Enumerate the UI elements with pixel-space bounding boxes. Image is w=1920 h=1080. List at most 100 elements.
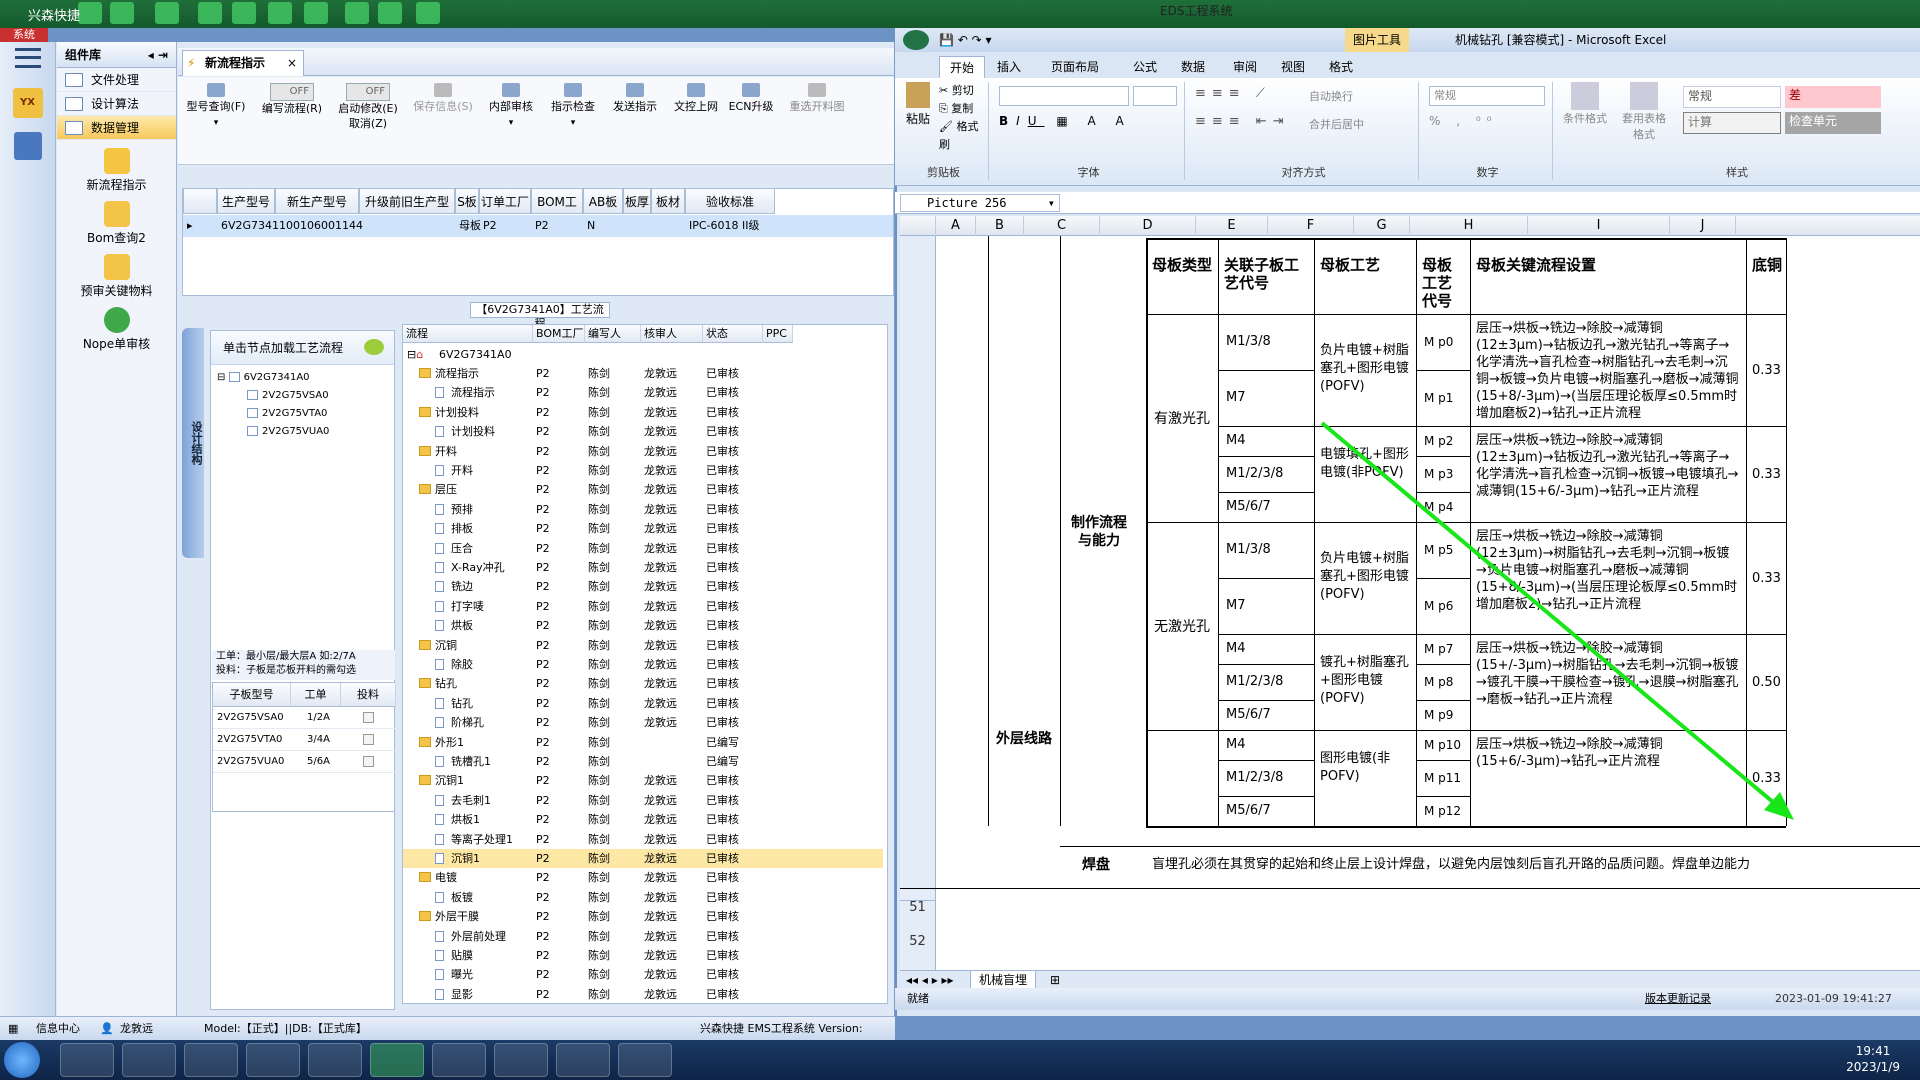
flow-row[interactable]: 烘板1 P2 陈剑 龙敦远 已审核: [403, 810, 883, 829]
flow-row[interactable]: 流程指示 P2 陈剑 龙敦远 已审核: [403, 383, 883, 402]
grid-cell[interactable]: 10010600114400: [279, 215, 363, 237]
flow-row[interactable]: 显影 P2 陈剑 龙敦远 已审核: [403, 985, 883, 1003]
chart-icon[interactable]: [378, 2, 402, 24]
taskbar-app-icon[interactable]: [184, 1043, 238, 1077]
column-header[interactable]: PPC: [763, 325, 793, 343]
write-flow-button[interactable]: OFF 编写流程(R): [258, 83, 326, 116]
flow-row[interactable]: 计划投料 P2 陈剑 龙敦远 已审核: [403, 403, 883, 422]
close-tab-icon[interactable]: ×: [287, 51, 297, 75]
ecn-upgrade-button[interactable]: ECN升级: [726, 83, 776, 114]
name-box[interactable]: Picture 256 ▾: [900, 194, 1060, 212]
paste-button[interactable]: 粘贴: [903, 82, 933, 138]
flow-row[interactable]: 外层干膜 P2 陈剑 龙敦远 已审核: [403, 907, 883, 926]
grid-cell[interactable]: 母板: [459, 215, 483, 237]
taskbar-x-icon[interactable]: [494, 1043, 548, 1077]
send-instruction-button[interactable]: 发送指示: [606, 83, 664, 114]
column-header[interactable]: S板: [455, 188, 479, 214]
feed-checkbox[interactable]: [363, 756, 374, 767]
column-header[interactable]: J: [1670, 216, 1736, 236]
flow-row[interactable]: 开料 P2 陈剑 龙敦远 已审核: [403, 442, 883, 461]
ribbon-tab[interactable]: 格式: [1319, 56, 1363, 78]
flow-row[interactable]: 除胶 P2 陈剑 龙敦远 已审核: [403, 655, 883, 674]
merge-center-button[interactable]: 合并后居中: [1309, 116, 1364, 132]
grid-cell[interactable]: P2: [535, 215, 587, 237]
cut-button[interactable]: ✂ 剪切: [939, 82, 988, 100]
office-button-icon[interactable]: [903, 30, 929, 50]
write-flow-toggle[interactable]: OFF: [270, 83, 314, 101]
flow-row[interactable]: 电镀 P2 陈剑 龙敦远 已审核: [403, 868, 883, 887]
tab-new-flow[interactable]: ⚡ 新流程指示 ×: [182, 50, 304, 76]
grid-cell[interactable]: IPC-6018 II级: [689, 215, 779, 237]
flow-row[interactable]: 铣边 P2 陈剑 龙敦远 已审核: [403, 577, 883, 596]
nav-nope-review[interactable]: Nope单审核: [57, 307, 176, 352]
column-header[interactable]: E: [1196, 216, 1268, 236]
flow-row[interactable]: 预排 P2 陈剑 龙敦远 已审核: [403, 500, 883, 519]
column-header[interactable]: 状态: [703, 325, 763, 343]
collapse-icon[interactable]: ⊟: [217, 372, 225, 383]
column-header[interactable]: 板材: [651, 188, 685, 214]
flow-row[interactable]: 曝光 P2 陈剑 龙敦远 已审核: [403, 965, 883, 984]
column-header[interactable]: 验收标准: [685, 188, 775, 214]
taskbar-eye2-icon[interactable]: [556, 1043, 610, 1077]
hamburger-icon[interactable]: [14, 48, 41, 68]
product-grid-row[interactable]: ▸6V2G7341A010010600114400母板P2P2NIPC-6018…: [183, 215, 893, 237]
feed-checkbox[interactable]: [363, 712, 374, 723]
taskbar-excel-icon[interactable]: [370, 1043, 424, 1077]
yx-logo-icon[interactable]: YX: [12, 88, 43, 118]
column-header[interactable]: AB板: [583, 188, 623, 214]
table-row[interactable]: 2V2G75VUA0 5/6A: [213, 751, 396, 773]
ribbon-tab[interactable]: 公式: [1123, 56, 1167, 78]
column-header[interactable]: F: [1268, 216, 1354, 236]
number-buttons[interactable]: % , ⁰⁰: [1429, 114, 1497, 128]
design-structure-tab[interactable]: 设计结构: [182, 328, 204, 558]
grid-icon[interactable]: [155, 2, 179, 24]
copy-button[interactable]: ⎘ 复制: [939, 100, 988, 118]
column-header[interactable]: 投料: [341, 683, 396, 707]
nav-key-material[interactable]: 预审关键物料: [57, 254, 176, 299]
globe-icon[interactable]: [110, 2, 134, 24]
column-header[interactable]: 订单工厂: [479, 188, 531, 214]
column-header[interactable]: 板厚: [623, 188, 651, 214]
column-header[interactable]: I: [1528, 216, 1670, 236]
taskbar-eye-icon[interactable]: [432, 1043, 486, 1077]
taskbar-notepad-icon[interactable]: [122, 1043, 176, 1077]
user-icon[interactable]: [345, 2, 369, 24]
info-center-link[interactable]: 信息中心: [36, 1017, 80, 1041]
tree-child[interactable]: 2V2G75VTA0: [217, 405, 394, 423]
taskbar-shell-icon[interactable]: [60, 1043, 114, 1077]
flow-row[interactable]: 钻孔 P2 陈剑 龙敦远 已审核: [403, 674, 883, 693]
taskbar-save-icon[interactable]: [246, 1043, 300, 1077]
column-header[interactable]: D: [1100, 216, 1196, 236]
nav-new-flow[interactable]: 新流程指示: [57, 148, 176, 193]
flow-row[interactable]: 排板 P2 陈剑 龙敦远 已审核: [403, 519, 883, 538]
internal-review-button[interactable]: 内部审核 ▾: [482, 83, 540, 131]
taskbar-arrow-icon[interactable]: [308, 1043, 362, 1077]
nav-bom-query[interactable]: Bom查询2: [57, 201, 176, 246]
flow-row[interactable]: 烘板 P2 陈剑 龙敦远 已审核: [403, 616, 883, 635]
style-bad[interactable]: 差: [1785, 86, 1881, 108]
flow-row[interactable]: 计划投料 P2 陈剑 龙敦远 已审核: [403, 422, 883, 441]
instruction-check-button[interactable]: 指示检查 ▾: [544, 83, 602, 131]
flow-row[interactable]: X-Ray冲孔 P2 陈剑 龙敦远 已审核: [403, 558, 883, 577]
column-header[interactable]: BOM工厂: [533, 325, 585, 343]
start-edit-button[interactable]: OFF 启动修改(E) 取消(Z): [330, 83, 406, 131]
sheet-nav-icons[interactable]: ◂◂ ◂ ▸ ▸▸: [906, 971, 954, 989]
font-style-buttons[interactable]: BIU ▦ A A: [999, 114, 1132, 128]
format-painter-button[interactable]: 🖌 格式刷: [939, 118, 988, 154]
flow-row[interactable]: 流程指示 P2 陈剑 龙敦远 已审核: [403, 364, 883, 383]
font-name-select[interactable]: [999, 86, 1129, 106]
column-header[interactable]: 子板型号: [213, 683, 291, 707]
flow-row[interactable]: 铣槽孔1 P2 陈剑 已编写: [403, 752, 883, 771]
chevron-down-icon[interactable]: ▾: [1048, 195, 1055, 211]
number-format-select[interactable]: 常规: [1429, 86, 1545, 106]
table-icon[interactable]: [232, 2, 256, 24]
column-header[interactable]: 升级前旧生产型号: [359, 188, 455, 235]
model-query-button[interactable]: 型号查询(F) ▾: [182, 83, 250, 131]
column-header[interactable]: H: [1410, 216, 1528, 236]
table-row[interactable]: 2V2G75VTA0 3/4A: [213, 729, 396, 751]
quick-access-icons[interactable]: 💾 ↶ ↷ ▾: [939, 28, 992, 52]
style-check[interactable]: 检查单元: [1785, 112, 1881, 134]
column-header[interactable]: C: [1024, 216, 1100, 236]
flow-row[interactable]: 贴膜 P2 陈剑 龙敦远 已审核: [403, 946, 883, 965]
flow-row[interactable]: 阶梯孔 P2 陈剑 龙敦远 已审核: [403, 713, 883, 732]
